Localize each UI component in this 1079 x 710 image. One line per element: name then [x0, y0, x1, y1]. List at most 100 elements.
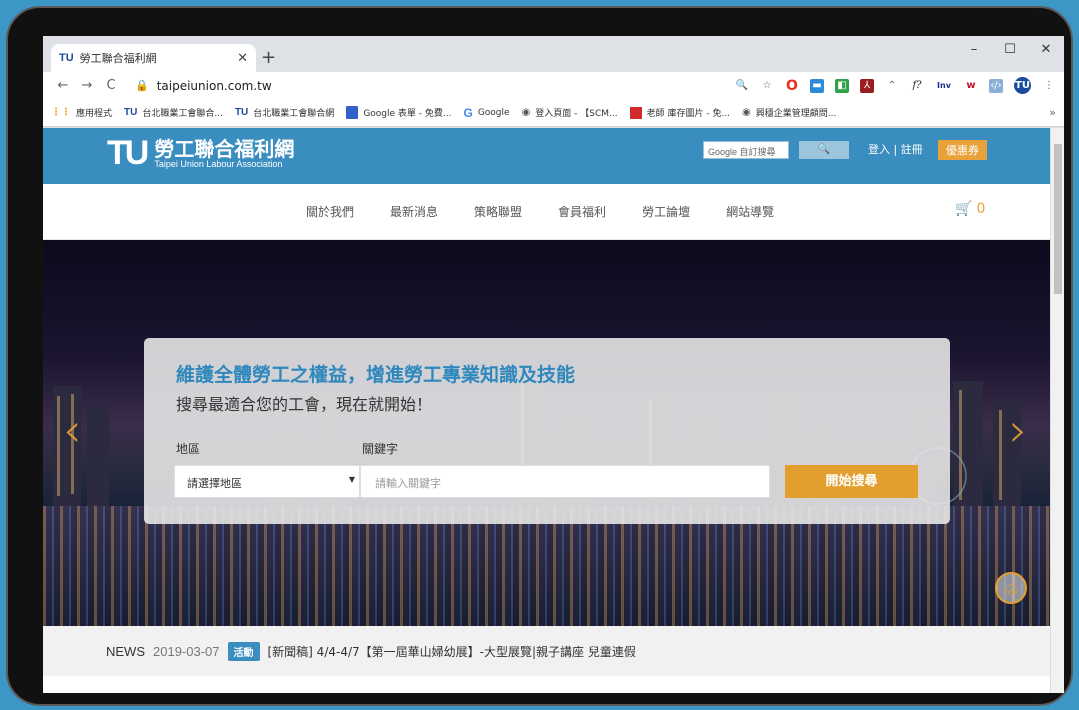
tu-favicon: TU [59, 52, 74, 64]
tu-favicon: TU [234, 107, 249, 118]
bookmark-item[interactable]: 老師 庫存圖片 - 免... [629, 106, 730, 119]
back-to-top-button[interactable]: ︿ TOP [995, 572, 1027, 604]
carousel-next-icon[interactable]: › [1009, 403, 1027, 457]
browser-tab[interactable]: TU 勞工聯合福利網 ✕ [51, 44, 256, 72]
globe-icon: ◉ [521, 107, 531, 118]
bookmark-item[interactable]: ◉ 興穩企業管理顧問... [742, 106, 836, 119]
hero-slogan: 維護全體勞工之權益，增進勞工專業知識及技能 [176, 364, 576, 386]
forward-icon[interactable]: → [75, 78, 99, 93]
code-extension-icon[interactable]: ‹/› [989, 78, 1003, 93]
search-panel: 維護全體勞工之權益，增進勞工專業知識及技能 搜尋最適合您的工會，現在就開始！ 地… [144, 338, 950, 524]
water-reflection [43, 506, 1050, 626]
w-extension-icon[interactable]: w [964, 79, 978, 93]
bookmark-item[interactable]: ◉ 登入頁面 - 【SCM... [522, 106, 618, 119]
chevron-up-icon: ︿ [1005, 578, 1017, 590]
photo-icon [629, 106, 642, 119]
minimize-button[interactable]: – [956, 42, 992, 57]
region-label: 地區 [176, 442, 201, 456]
green-extension-icon[interactable]: ◧ [835, 78, 849, 93]
opera-extension-icon[interactable]: O [785, 78, 799, 94]
google-icon: G [463, 105, 473, 120]
scrollbar-thumb[interactable] [1054, 144, 1062, 294]
carousel-prev-icon[interactable]: ‹ [63, 403, 81, 457]
bookmark-label: 登入頁面 - 【SCM... [535, 109, 618, 119]
bookmark-item[interactable]: TU 台北職業工會聯合... [124, 106, 223, 119]
extensions-bar: 🔍 ☆ O ▬ ◧ ⅄ ⌃ f? Inv w ‹/› TU ⋮ [735, 77, 1056, 94]
close-tab-icon[interactable]: ✕ [237, 51, 248, 66]
nav-benefits[interactable]: 會員福利 [558, 203, 606, 220]
site-logo[interactable]: TU 勞工聯合福利網 Taipei Union Labour Associati… [107, 136, 294, 170]
tu-favicon: TU [124, 107, 138, 118]
more-bookmarks-icon[interactable]: » [1049, 106, 1056, 119]
nav-about[interactable]: 關於我們 [306, 203, 354, 220]
keyword-label: 關鍵字 [362, 442, 399, 456]
start-search-button[interactable]: 開始搜尋 [785, 465, 918, 498]
keyword-input[interactable]: 請輸入關鍵字 [360, 465, 770, 498]
main-nav: 關於我們 最新消息 策略聯盟 會員福利 勞工論壇 網站導覽 🛒 0 [43, 184, 1050, 240]
hero-subtitle: 搜尋最適合您的工會，現在就開始！ [176, 395, 433, 414]
nav-news[interactable]: 最新消息 [390, 203, 438, 220]
region-select-value: 請選擇地區 [187, 477, 242, 490]
coupon-button[interactable]: 優惠券 [938, 140, 987, 160]
logo-subtitle: Taipei Union Labour Association [154, 158, 283, 169]
window-controls: – ☐ ✕ [956, 42, 1064, 57]
zoom-icon[interactable]: 🔍 [735, 79, 749, 93]
pdf-extension-icon[interactable]: ⅄ [860, 78, 874, 93]
dropdown-caret-icon: ▼ [348, 475, 355, 484]
website: TU 勞工聯合福利網 Taipei Union Labour Associati… [43, 128, 1050, 693]
sheets-icon [346, 106, 359, 119]
tab-strip: TU 勞工聯合福利網 ✕ + – ☐ ✕ [43, 36, 1064, 72]
hero-banner: ‹ › 維護全體勞工之權益，增進勞工專業知識及技能 搜尋最適合您的工會，現在就開… [43, 240, 1050, 626]
google-search-input[interactable]: Google 自訂搜尋 [703, 141, 789, 159]
bookmark-label: 台北職業工會聯合... [142, 109, 223, 119]
news-date: 2019-03-07 [153, 643, 220, 659]
close-window-button[interactable]: ✕ [1028, 42, 1064, 57]
profile-avatar-icon[interactable]: TU [1014, 77, 1031, 94]
back-icon[interactable]: ← [51, 78, 75, 93]
inv-extension-icon[interactable]: Inv [935, 79, 953, 93]
screen-extension-icon[interactable]: ▬ [810, 78, 824, 93]
globe-icon: ◉ [742, 107, 751, 118]
url-text[interactable]: taipeiunion.com.tw [157, 79, 272, 93]
maximize-button[interactable]: ☐ [992, 42, 1028, 57]
bookmark-label: Google [477, 107, 510, 118]
cart-count: 0 [976, 201, 986, 217]
bookmark-label: 台北職業工會聯合網 [253, 109, 335, 119]
arrow-extension-icon[interactable]: ⌃ [885, 79, 899, 93]
bookmark-star-icon[interactable]: ☆ [760, 79, 774, 93]
site-header: TU 勞工聯合福利網 Taipei Union Labour Associati… [43, 128, 1050, 184]
cart-button[interactable]: 🛒 0 [955, 201, 985, 217]
address-toolbar: ← → C 🔒 taipeiunion.com.tw 🔍 ☆ O ▬ ◧ ⅄ ⌃… [43, 72, 1064, 99]
address-bar[interactable]: 🔒 taipeiunion.com.tw [135, 79, 272, 93]
nav-sitemap[interactable]: 網站導覽 [726, 203, 774, 220]
bookmark-label: 興穩企業管理顧問... [755, 109, 837, 119]
top-label: TOP [1003, 590, 1019, 597]
region-select[interactable]: 請選擇地區 ▼ [174, 465, 360, 498]
nav-alliance[interactable]: 策略聯盟 [474, 203, 522, 220]
page-viewport: TU 勞工聯合福利網 Taipei Union Labour Associati… [43, 128, 1064, 693]
login-register-link[interactable]: 登入 | 註冊 [868, 141, 923, 159]
nav-forum[interactable]: 勞工論壇 [642, 203, 690, 220]
reload-icon[interactable]: C [99, 78, 123, 93]
logo-name: 勞工聯合福利網 [154, 136, 295, 161]
lock-icon[interactable]: 🔒 [135, 79, 149, 92]
menu-kebab-icon[interactable]: ⋮ [1042, 79, 1056, 93]
news-badge: 活動 [227, 641, 260, 661]
new-tab-icon[interactable]: + [261, 47, 276, 68]
formula-extension-icon[interactable]: f? [910, 79, 924, 93]
tablet-frame: TU 勞工聯合福利網 ✕ + – ☐ ✕ ← → C 🔒 taipeiunion… [6, 6, 1073, 706]
bookmark-apps[interactable]: ⋮⋮ 應用程式 [51, 106, 112, 119]
bookmark-item[interactable]: Google 表單 - 免費... [346, 106, 451, 119]
page-scrollbar[interactable] [1050, 128, 1064, 693]
apps-icon: ⋮⋮ [51, 107, 71, 118]
logo-mark: TU [107, 134, 149, 172]
bookmark-item[interactable]: G Google [463, 106, 509, 120]
browser-window: TU 勞工聯合福利網 ✕ + – ☐ ✕ ← → C 🔒 taipeiunion… [43, 36, 1064, 693]
google-search-button[interactable]: 🔍 [799, 141, 849, 159]
news-ticker: NEWS 2019-03-07 活動 [新聞稿] 4/4-4/7【第一屆華山婦幼… [43, 626, 1050, 676]
bookmark-label: Google 表單 - 免費... [363, 109, 452, 119]
news-headline-link[interactable]: [新聞稿] 4/4-4/7【第一屆華山婦幼展】-大型展覽|親子講座 兒童連假 [268, 643, 636, 660]
news-label: NEWS [106, 643, 145, 659]
search-icon: 🔍 [817, 144, 831, 155]
bookmark-item[interactable]: TU 台北職業工會聯合網 [235, 106, 334, 119]
